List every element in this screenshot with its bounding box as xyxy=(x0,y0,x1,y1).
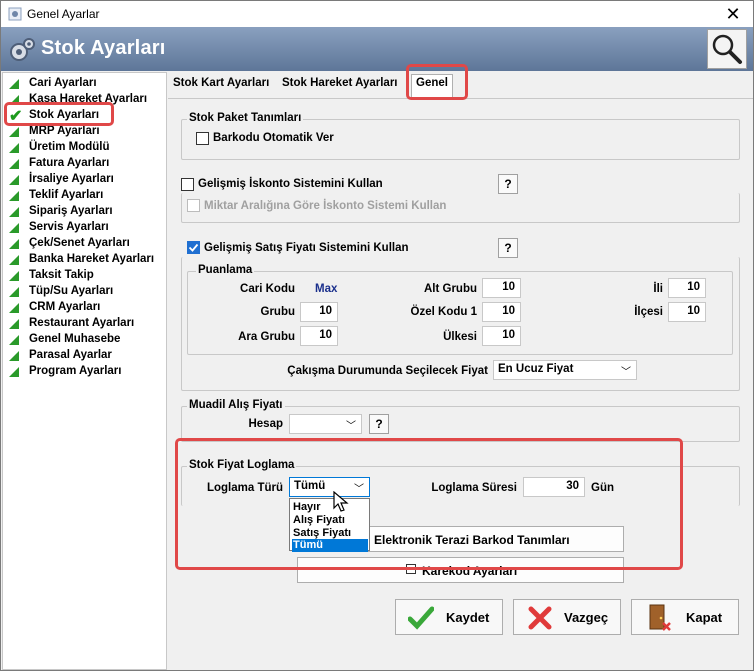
highlight-genel-tab xyxy=(406,64,468,100)
miktar-araligi-checkbox[interactable] xyxy=(187,199,200,212)
tree-arrow-icon xyxy=(9,335,19,345)
alt-grubu-input[interactable]: 10 xyxy=(482,278,521,298)
title-bar: Genel Ayarlar ✕ xyxy=(1,1,753,27)
tree-arrow-icon xyxy=(9,367,19,377)
search-icon xyxy=(712,34,742,64)
tree-arrow-icon xyxy=(9,127,19,137)
tree-arrow-icon xyxy=(9,319,19,329)
tree-arrow-icon xyxy=(9,159,19,169)
ara-grubu-input[interactable]: 10 xyxy=(300,326,338,346)
check-icon xyxy=(188,243,199,252)
tree-arrow-icon xyxy=(9,143,19,153)
window-title: Genel Ayarlar xyxy=(27,7,100,21)
hesap-select[interactable]: ﹀ xyxy=(289,414,362,434)
close-icon[interactable]: ✕ xyxy=(721,3,745,25)
tree-arrow-icon xyxy=(9,271,19,281)
ili-label: İli xyxy=(653,283,663,295)
tab-stok-hareket[interactable]: Stok Hareket Ayarları xyxy=(282,77,397,99)
exit-door-icon xyxy=(649,604,671,631)
stok-paket-title: Stok Paket Tanımları xyxy=(187,112,304,124)
ili-input[interactable]: 10 xyxy=(668,278,706,298)
ozel-kodu-input[interactable]: 10 xyxy=(482,302,521,322)
ilcesi-input[interactable]: 10 xyxy=(668,302,706,322)
iskonto-checkbox[interactable] xyxy=(181,178,194,191)
highlight-loglama-section xyxy=(175,438,683,570)
cancel-icon xyxy=(528,606,552,630)
chevron-down-icon: ﹀ xyxy=(621,367,631,378)
grubu-label: Grubu xyxy=(260,306,296,318)
header-banner: Stok Ayarları xyxy=(1,27,753,71)
tree-arrow-icon xyxy=(9,191,19,201)
puanlama-title: Puanlama xyxy=(196,264,255,276)
cari-kodu-value: Max xyxy=(315,283,338,295)
save-button[interactable]: Kaydet xyxy=(395,599,503,635)
satis-fiyati-checkbox[interactable] xyxy=(187,241,200,254)
iskonto-help-button[interactable]: ? xyxy=(498,174,518,194)
cakisma-label: Çakışma Durumunda Seçilecek Fiyat xyxy=(287,365,488,377)
checkmark-icon xyxy=(408,606,434,630)
tab-stok-kart[interactable]: Stok Kart Ayarları xyxy=(173,77,269,99)
ilcesi-label: İlçesi xyxy=(634,306,663,318)
cari-kodu-label: Cari Kodu xyxy=(240,283,295,295)
ulkesi-label: Ülkesi xyxy=(443,331,477,343)
tree-arrow-icon xyxy=(9,351,19,361)
close-button[interactable]: Kapat xyxy=(631,599,739,635)
tree-arrow-icon xyxy=(9,239,19,249)
save-label: Kaydet xyxy=(446,610,490,625)
page-title: Stok Ayarları xyxy=(41,37,166,59)
alt-grubu-label: Alt Grubu xyxy=(423,283,477,295)
muadil-title: Muadil Alış Fiyatı xyxy=(187,399,285,411)
chevron-down-icon: ﹀ xyxy=(346,421,356,432)
miktar-araligi-label: Miktar Aralığına Göre İskonto Sistemi Ku… xyxy=(204,200,447,212)
tree-arrow-icon xyxy=(9,287,19,297)
satis-fiyati-help-button[interactable]: ? xyxy=(498,238,518,258)
barkodu-otomatik-label: Barkodu Otomatik Ver xyxy=(213,132,334,144)
muadil-help-button[interactable]: ? xyxy=(369,414,389,434)
tree-arrow-icon xyxy=(9,255,19,265)
ulkesi-input[interactable]: 10 xyxy=(482,326,521,346)
search-button[interactable] xyxy=(707,29,747,69)
barkodu-otomatik-checkbox[interactable] xyxy=(196,132,209,145)
grubu-input[interactable]: 10 xyxy=(300,302,338,322)
cancel-label: Vazgeç xyxy=(564,610,609,625)
tree-arrow-icon xyxy=(9,79,19,89)
cakisma-select-value: En Ucuz Fiyat xyxy=(498,363,574,375)
tree-arrow-icon xyxy=(9,175,19,185)
cancel-button[interactable]: Vazgeç xyxy=(513,599,621,635)
gear-icon xyxy=(10,38,35,61)
iskonto-label: Gelişmiş İskonto Sistemini Kullan xyxy=(198,178,383,190)
close-label: Kapat xyxy=(686,610,723,625)
hesap-label: Hesap xyxy=(248,418,283,430)
satis-fiyati-label: Gelişmiş Satış Fiyatı Sistemini Kullan xyxy=(204,242,409,254)
sidebar: Cari Ayarları Kasa Hareket Ayarları ✔ Sto… xyxy=(2,72,167,670)
tree-arrow-icon xyxy=(9,207,19,217)
app-icon xyxy=(8,7,22,21)
highlight-stok-ayarlari xyxy=(4,102,114,126)
ozel-kodu-label: Özel Kodu 1 xyxy=(410,306,477,318)
tree-arrow-icon xyxy=(9,303,19,313)
ara-grubu-label: Ara Grubu xyxy=(238,331,295,343)
cakisma-select[interactable]: En Ucuz Fiyat ﹀ xyxy=(493,360,637,380)
tree-arrow-icon xyxy=(9,223,19,233)
settings-window: Genel Ayarlar ✕ Stok Ayarları Cari Ayarl… xyxy=(0,0,754,671)
